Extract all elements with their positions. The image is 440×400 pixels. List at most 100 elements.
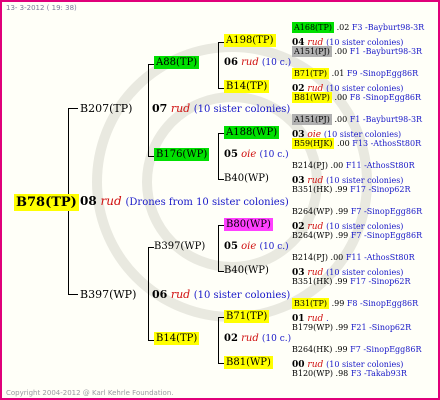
l4-name: A168(TP) — [292, 22, 335, 33]
l4-node[interactable]: B120(WP) .98 F3 -Takab93R — [292, 370, 407, 378]
l3-node-3[interactable]: B40(WP) — [224, 174, 269, 184]
l3-name: B14(TP) — [224, 80, 270, 93]
l2-node-1[interactable]: B176(WP) — [154, 148, 210, 161]
l3-name: A198(TP) — [224, 34, 276, 47]
l4-name: B120(WP) — [292, 369, 333, 378]
l4-line: F13 -AthosSt80R — [352, 139, 422, 148]
l4-name: A151(PJ) — [292, 46, 332, 57]
l4-value: .99 — [334, 277, 348, 286]
l4-name: B264(WP) — [292, 207, 333, 216]
l4-value: .99 — [334, 185, 348, 194]
l2-rud: rud — [241, 333, 259, 344]
l4-line: F21 -Sinop62R — [350, 323, 412, 332]
l2-name: A88(TP) — [154, 56, 200, 69]
l2-rud: oie — [241, 241, 257, 252]
l2-name: B176(WP) — [154, 148, 210, 161]
l4-node[interactable]: B351(HK) .99 F17 -Sinop62R — [292, 278, 410, 286]
l3-note: (10 sister colonies) — [326, 38, 404, 47]
root-note: (Drones from 10 sister colonies) — [125, 197, 289, 208]
l4-value: .00 — [334, 93, 348, 102]
l4-name: B351(HK) — [292, 277, 333, 286]
l4-node[interactable]: B264(WP) .99 F7 -SinopEgg86R — [292, 208, 422, 216]
l2-node-2[interactable]: B397(WP) — [154, 242, 205, 252]
l4-node[interactable]: A168(TP) .02 F3 -Bayburt98-3R — [292, 22, 425, 33]
l4-node[interactable]: B264(HK) .99 F7 -SinopEgg86R — [292, 346, 421, 354]
l2-rud: rud — [241, 57, 259, 68]
l4-value: .00 — [330, 161, 344, 170]
l3-name: A188(WP) — [224, 126, 280, 139]
l3-node-0[interactable]: A198(TP) — [224, 34, 276, 47]
l1-note: (10 sister colonies) — [193, 290, 291, 301]
l3-note: (10 sister colonies) — [326, 268, 404, 277]
l2-info-1: 05 oie (10 c.) — [224, 150, 289, 160]
l4-name: B31(TP) — [292, 298, 330, 309]
l3-node-7[interactable]: B81(WP) — [224, 356, 273, 369]
l4-node[interactable]: A151(PJ) .00 F1 -Bayburt98-3R — [292, 46, 422, 57]
l2-info-0: 06 rud (10 c.) — [224, 58, 291, 68]
l1-note: (10 sister colonies) — [193, 104, 291, 115]
l4-node[interactable]: A151(PJ) .00 F1 -Bayburt98-3R — [292, 114, 422, 125]
l3-note: (10 sister colonies) — [326, 176, 404, 185]
l2-name: B14(TP) — [154, 332, 200, 345]
l2-gen: 02 — [224, 333, 238, 344]
l2-gen: 05 — [224, 149, 238, 160]
l2-node-0[interactable]: A88(TP) — [154, 56, 200, 69]
l2-info-3: 02 rud (10 c.) — [224, 334, 291, 344]
timestamp: 13- 3-2012 ( 19: 38) — [6, 4, 77, 12]
l4-line: F11 -AthosSt80R — [345, 161, 415, 170]
l4-node[interactable]: B214(PJ) .00 F11 -AthosSt80R — [292, 162, 415, 170]
l4-node[interactable]: B214(PJ) .00 F11 -AthosSt80R — [292, 254, 415, 262]
l1-info-1: 06 rud (10 sister colonies) — [152, 289, 290, 301]
l4-name: A151(PJ) — [292, 114, 332, 125]
l2-note: (10 c.) — [259, 150, 289, 160]
l4-name: B81(WP) — [292, 92, 332, 103]
l2-name: B397(WP) — [154, 241, 206, 252]
l4-name: B214(PJ) — [292, 161, 328, 170]
l3-note: (10 sister colonies) — [326, 222, 404, 231]
l3-node-5[interactable]: B40(WP) — [224, 266, 269, 276]
l4-line: F7 -SinopEgg86R — [350, 231, 423, 240]
l4-node[interactable]: B31(TP) .99 F8 -SinopEgg86R — [292, 298, 418, 309]
l4-node[interactable]: B264(WP) .99 F7 -SinopEgg86R — [292, 232, 422, 240]
root-node[interactable]: B78(TP) — [14, 193, 79, 211]
l4-line: F7 -SinopEgg86R — [350, 345, 422, 354]
l4-node[interactable]: B351(HK) .99 F17 -Sinop62R — [292, 186, 410, 194]
l4-line: F3 -Bayburt98-3R — [351, 23, 425, 32]
l4-name: B351(HK) — [292, 185, 333, 194]
l4-line: F17 -Sinop62R — [350, 277, 411, 286]
l4-name: B214(PJ) — [292, 253, 328, 262]
l3-node-2[interactable]: A188(WP) — [224, 126, 280, 139]
root-rud: rud — [100, 194, 122, 208]
l4-value: .98 — [335, 369, 349, 378]
l2-note: (10 c.) — [259, 242, 289, 252]
l3-node-1[interactable]: B14(TP) — [224, 80, 270, 93]
root-gen: 08 — [80, 194, 97, 208]
l3-node-6[interactable]: B71(TP) — [224, 310, 270, 323]
l4-node[interactable]: B81(WP) .00 F8 -SinopEgg86R — [292, 92, 422, 103]
l2-node-3[interactable]: B14(TP) — [154, 332, 200, 345]
l4-value: .99 — [331, 299, 345, 308]
l1-gen: 06 — [152, 288, 168, 301]
l4-node[interactable]: B59(HJK) .00 F13 -AthosSt80R — [292, 138, 422, 149]
l1-rud: rud — [170, 102, 191, 115]
l4-value: .99 — [335, 231, 349, 240]
l4-node[interactable]: B179(WP) .99 F21 -Sinop62R — [292, 324, 411, 332]
l4-value: .00 — [337, 139, 350, 148]
l3-node-4[interactable]: B80(WP) — [224, 218, 273, 231]
l3-name: B80(WP) — [224, 218, 273, 231]
l4-name: B264(HK) — [292, 345, 333, 354]
l4-line: F8 -SinopEgg86R — [349, 93, 422, 102]
l4-line: F11 -AthosSt80R — [345, 253, 415, 262]
l2-note: (10 c.) — [261, 58, 292, 68]
l3-note: (10 sister colonies) — [326, 360, 404, 369]
footer-copyright: Copyright 2004-2012 @ Karl Kehrle Founda… — [6, 389, 174, 397]
l1-name: B397(WP) — [80, 288, 137, 301]
l1-gen: 07 — [152, 102, 168, 115]
l1-node-0[interactable]: B207(TP) — [80, 103, 132, 114]
l1-node-1[interactable]: B397(WP) — [80, 289, 136, 300]
pedigree-frame: 13- 3-2012 ( 19: 38) B78(TP) 08 rud (Dro… — [0, 0, 440, 400]
l4-value: .99 — [335, 323, 349, 332]
l2-rud: oie — [241, 149, 257, 160]
l4-node[interactable]: B71(TP) .01 F9 -SinopEgg86R — [292, 68, 418, 79]
l4-value: .00 — [334, 47, 348, 56]
